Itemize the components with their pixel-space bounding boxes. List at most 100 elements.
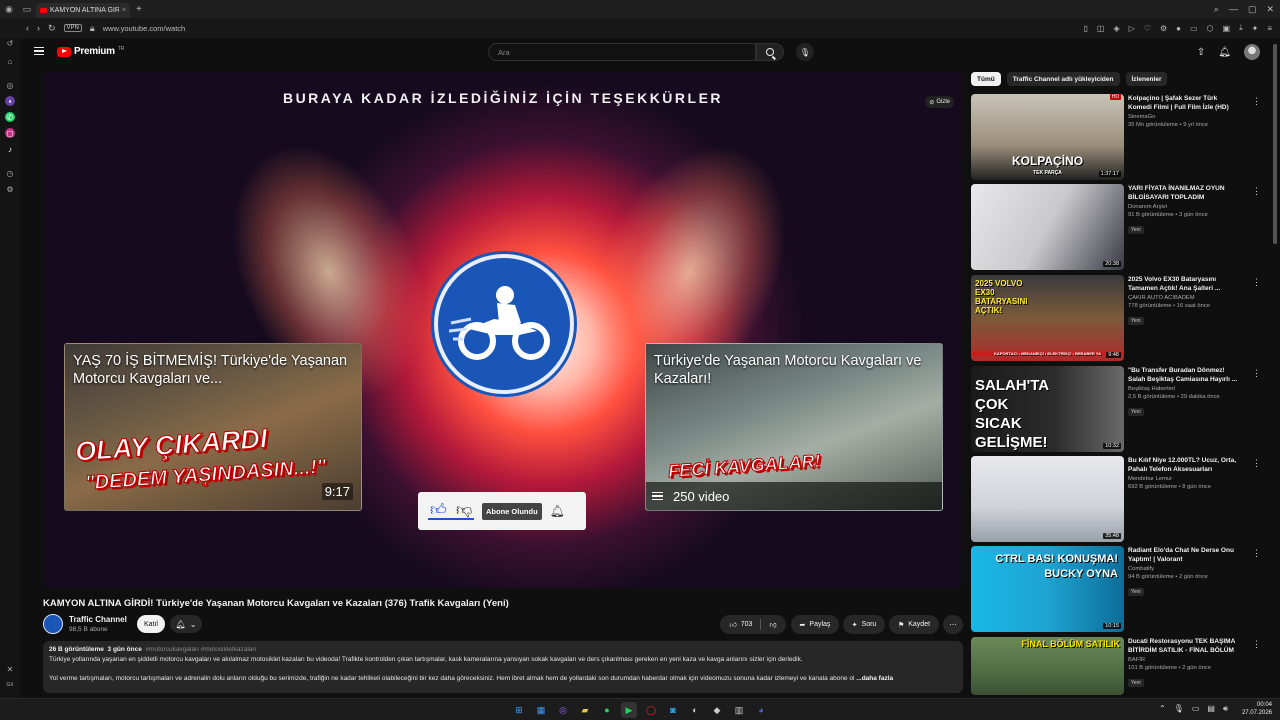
endcard-playlist-right[interactable]: Türkiye'de Yaşanan Motorcu Kavgaları ve … (645, 343, 943, 511)
bookmarks-icon[interactable]: ⌂ (5, 56, 15, 66)
video-thumbnail[interactable]: 2025 VOLVO EX30 BATARYASINI AÇTIK! KAPOR… (971, 275, 1124, 361)
video-thumbnail[interactable]: KOLPAÇİNO TEK PARÇA HD 1:37:17 (971, 94, 1124, 180)
widgets-icon[interactable]: ▦ (533, 702, 549, 718)
instagram-icon[interactable]: ◻ (5, 128, 15, 138)
notification-settings-button[interactable]: 🔔︎ ⌄ (170, 615, 202, 633)
shield-icon[interactable]: ◈ (1113, 24, 1119, 33)
media-player-icon[interactable]: ▶ (621, 702, 637, 718)
video-thumbnail[interactable]: SALAH'TA ÇOK SICAK GELİŞME! 10:32 (971, 366, 1124, 452)
page-scrollbar[interactable] (1273, 44, 1277, 244)
youtube-logo[interactable]: Premium TR (57, 46, 124, 57)
copilot-icon[interactable]: ◎ (555, 702, 571, 718)
recommended-video[interactable]: 35:48 Bu Kılıf Niye 12.000TL? Ucuz, Orta… (971, 456, 1261, 542)
start-icon[interactable]: ⊞ (511, 702, 527, 718)
recommended-video[interactable]: 20:38 YARI FİYATA İNANILMAZ OYUN BİLGİSA… (971, 184, 1261, 270)
description-box[interactable]: 26 B görüntüleme 3 gün önce #motorcukavg… (43, 641, 963, 693)
browser-tab[interactable]: KAMYON ALTINA GİRDİ Tü × (36, 3, 130, 18)
chatgpt-icon[interactable]: ◎ (5, 80, 15, 90)
ai-icon[interactable]: ✦ (1252, 24, 1259, 33)
channel-name[interactable]: Combatify (1128, 566, 1240, 572)
video-thumbnail[interactable]: 35:48 (971, 456, 1124, 542)
chip-all[interactable]: Tümü (971, 72, 1001, 86)
close-tab-icon[interactable]: × (122, 7, 126, 14)
more-actions-button[interactable]: ⋯ (943, 615, 963, 634)
chip-from-channel[interactable]: Traffic Channel adlı yükleyiciden (1006, 72, 1120, 86)
opera-gx-icon[interactable]: ◯ (643, 702, 659, 718)
show-more-link[interactable]: ...daha fazla (856, 675, 893, 682)
voice-search-button[interactable]: 🎙︎ (796, 43, 814, 61)
chip-watched[interactable]: İzlenenler (1125, 72, 1168, 86)
channel-name[interactable]: BAFİR (1128, 657, 1240, 663)
snapshot-icon[interactable]: ◫ (1097, 24, 1105, 33)
ask-button[interactable]: ✦ Soru (843, 615, 885, 634)
video-title[interactable]: Ducati Restorasyonu TEK BAŞIMA BİTİRDİM … (1128, 637, 1240, 655)
recommended-video[interactable]: FİNAL BÖLÜM SATILIK Ducati Restorasyonu … (971, 637, 1261, 695)
tab-list-icon[interactable]: ▭ (18, 0, 36, 18)
endcard-video-left[interactable]: YAŞ 70 İŞ BİTMEMİŞ! Türkiye'de Yaşanan M… (64, 343, 362, 511)
twitch-icon[interactable]: ▪ (5, 96, 15, 106)
mic-tray-icon[interactable]: 🎙︎ (1174, 704, 1184, 714)
minimize-icon[interactable]: — (1229, 4, 1238, 14)
video-title[interactable]: 2025 Volvo EX30 Bataryasını Tamamen Açtı… (1128, 275, 1240, 293)
file-explorer-icon[interactable]: ▰ (577, 702, 593, 718)
share-button[interactable]: ➦ Paylaş (791, 615, 839, 634)
channel-name[interactable]: Traffic Channel (69, 615, 127, 624)
settings-icon[interactable]: ⚙ (1160, 24, 1167, 33)
sidebar-more-icon[interactable]: GX (5, 680, 15, 690)
channel-name[interactable]: SinemaGo (1128, 114, 1240, 120)
wallet-icon[interactable]: ▣ (1223, 24, 1231, 33)
bell-icon[interactable]: 🔔︎ (550, 504, 565, 518)
sidebar-tools-icon[interactable]: ✕ (5, 664, 15, 674)
video-thumbnail[interactable]: FİNAL BÖLÜM SATILIK (971, 637, 1124, 695)
extension-icon[interactable]: ▯ (1084, 24, 1088, 33)
sidebar-settings-icon[interactable]: ⚙ (5, 184, 15, 194)
app-icon[interactable]: ◆ (709, 702, 725, 718)
video-title[interactable]: Kolpaçino | Şafak Sezer Türk Komedi Film… (1128, 94, 1240, 112)
discord-icon[interactable]: ◕ (753, 702, 769, 718)
more-options-icon[interactable]: ⋮ (1252, 458, 1261, 469)
play-icon[interactable]: ▷ (1129, 24, 1135, 33)
cube-icon[interactable]: ⬡ (1207, 24, 1214, 33)
dislike-icon[interactable]: 👎︎ (769, 620, 776, 629)
tray-chevron-icon[interactable]: ⌃ (1159, 704, 1166, 714)
join-button[interactable]: Katıl (137, 615, 165, 633)
more-options-icon[interactable]: ⋮ (1252, 639, 1261, 650)
recommended-video[interactable]: 2025 VOLVO EX30 BATARYASINI AÇTIK! KAPOR… (971, 275, 1261, 361)
channel-name[interactable]: Beşiktaş Haberleri (1128, 386, 1240, 392)
video-title[interactable]: Radiant Elo'da Chat Ne Derse Onu Yaptım!… (1128, 546, 1240, 564)
subscribed-button[interactable]: Abone Olundu (482, 502, 542, 520)
steam-icon[interactable]: ◐ (687, 702, 703, 718)
more-options-icon[interactable]: ⋮ (1252, 96, 1261, 107)
spotify-icon[interactable]: ● (599, 702, 615, 718)
video-thumbnail[interactable]: CTRL BAS! KONUŞMA! BUCKY OYNA 10:15 (971, 546, 1124, 632)
video-title[interactable]: "Bu Transfer Buradan Dönmez! Salah Beşik… (1128, 366, 1240, 384)
tiktok-icon[interactable]: ♪ (5, 144, 15, 154)
hide-end-screen-button[interactable]: ⊘ Gizle (925, 96, 954, 108)
epic-games-icon[interactable]: ▥ (731, 702, 747, 718)
recommended-video[interactable]: KOLPAÇİNO TEK PARÇA HD 1:37:17 Kolpaçino… (971, 94, 1261, 180)
back-icon[interactable]: ‹ (26, 23, 29, 33)
more-options-icon[interactable]: ⋮ (1252, 548, 1261, 559)
system-clock[interactable]: 00:04 27.07.2026 (1242, 701, 1272, 717)
search-input[interactable]: Ara (488, 43, 756, 61)
volume-icon[interactable]: 🔊︎ (1223, 704, 1228, 714)
channel-name[interactable]: ÇAKIR AUTO ACIBADEM (1128, 295, 1240, 301)
browser-menu-lines-icon[interactable]: ≡ (1267, 24, 1272, 33)
download-icon[interactable]: ⤓ (1239, 23, 1243, 33)
recommended-video[interactable]: CTRL BAS! KONUŞMA! BUCKY OYNA 10:15 Radi… (971, 546, 1261, 632)
url-field[interactable]: www.youtube.com/watch (103, 24, 186, 33)
more-options-icon[interactable]: ⋮ (1252, 277, 1261, 288)
save-button[interactable]: ⚑ Kaydet (889, 615, 939, 634)
forward-icon[interactable]: › (37, 23, 40, 33)
menu-icon[interactable] (34, 47, 44, 55)
like-count[interactable]: 703 (741, 621, 753, 628)
browser-menu-icon[interactable]: ◉ (0, 0, 18, 18)
maximize-icon[interactable]: ▢ (1248, 4, 1257, 15)
search-tabs-icon[interactable]: ⌕ (1214, 4, 1219, 15)
channel-name[interactable]: Donanım Arşivi (1128, 204, 1240, 210)
camera-icon[interactable]: ◙ (665, 702, 681, 718)
notifications-icon[interactable]: 🔔︎ (1218, 47, 1231, 58)
more-options-icon[interactable]: ⋮ (1252, 368, 1261, 379)
avatar[interactable] (1244, 44, 1260, 60)
history-icon[interactable]: ↺ (5, 38, 15, 48)
